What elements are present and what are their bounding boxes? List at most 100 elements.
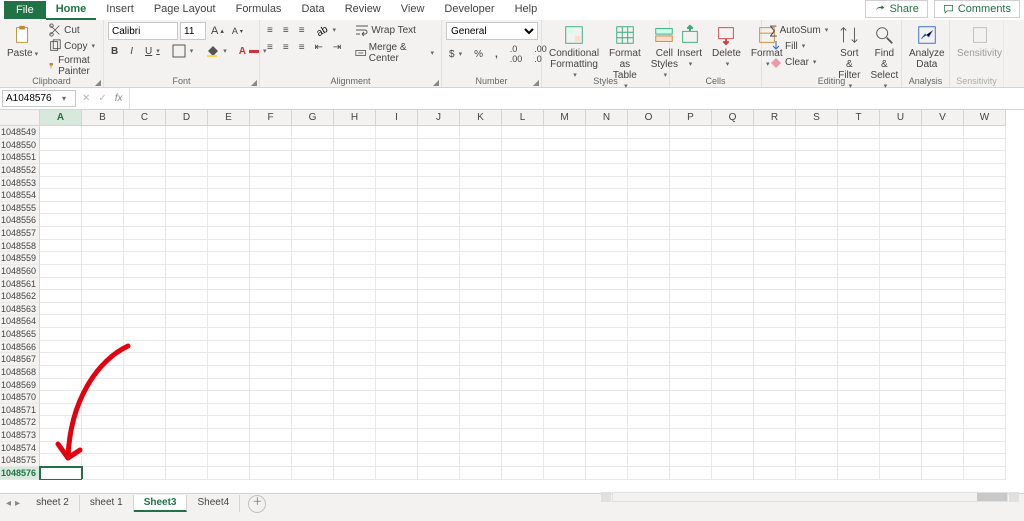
cell[interactable]	[628, 126, 670, 139]
cell[interactable]	[712, 454, 754, 467]
cell[interactable]	[502, 177, 544, 190]
cell[interactable]	[418, 391, 460, 404]
cell[interactable]	[40, 240, 82, 253]
menu-review[interactable]: Review	[335, 0, 391, 20]
cell[interactable]	[754, 366, 796, 379]
cell[interactable]	[334, 429, 376, 442]
cell[interactable]	[628, 139, 670, 152]
cell[interactable]	[712, 202, 754, 215]
cell[interactable]	[292, 164, 334, 177]
cell[interactable]	[124, 303, 166, 316]
cell[interactable]	[628, 391, 670, 404]
cell[interactable]	[40, 227, 82, 240]
cell[interactable]	[292, 252, 334, 265]
cell[interactable]	[418, 252, 460, 265]
cell[interactable]	[376, 164, 418, 177]
cell[interactable]	[670, 404, 712, 417]
cell[interactable]	[922, 240, 964, 253]
cell[interactable]	[82, 240, 124, 253]
cell[interactable]	[334, 467, 376, 480]
cell[interactable]	[670, 379, 712, 392]
cell[interactable]	[460, 391, 502, 404]
cell[interactable]	[796, 278, 838, 291]
cell[interactable]	[334, 126, 376, 139]
cell[interactable]	[124, 454, 166, 467]
cell[interactable]	[796, 429, 838, 442]
fill-color-button[interactable]	[202, 43, 230, 59]
cell[interactable]	[754, 290, 796, 303]
cell[interactable]	[712, 353, 754, 366]
cell[interactable]	[502, 227, 544, 240]
row-header[interactable]: 1048558	[0, 240, 40, 253]
cell[interactable]	[376, 177, 418, 190]
cell[interactable]	[880, 404, 922, 417]
cell[interactable]	[208, 454, 250, 467]
cell[interactable]	[166, 467, 208, 480]
cell[interactable]	[334, 315, 376, 328]
cell[interactable]	[376, 126, 418, 139]
cell[interactable]	[628, 252, 670, 265]
cell[interactable]	[964, 467, 1006, 480]
cell[interactable]	[460, 366, 502, 379]
cell[interactable]	[376, 429, 418, 442]
cell[interactable]	[418, 379, 460, 392]
cell[interactable]	[166, 290, 208, 303]
cell[interactable]	[754, 391, 796, 404]
new-sheet-button[interactable]: ＋	[248, 495, 266, 513]
cell[interactable]	[880, 353, 922, 366]
cell[interactable]	[166, 214, 208, 227]
cell[interactable]	[208, 151, 250, 164]
cell[interactable]	[838, 404, 880, 417]
cell[interactable]	[586, 328, 628, 341]
cell[interactable]	[922, 315, 964, 328]
cell[interactable]	[334, 404, 376, 417]
cell[interactable]	[712, 328, 754, 341]
cell[interactable]	[796, 391, 838, 404]
sheet-tab[interactable]: Sheet4	[187, 495, 240, 512]
cell[interactable]	[838, 467, 880, 480]
cell[interactable]	[880, 139, 922, 152]
row-header[interactable]: 1048549	[0, 126, 40, 139]
cell[interactable]	[292, 265, 334, 278]
cell[interactable]	[166, 164, 208, 177]
borders-button[interactable]	[169, 43, 197, 59]
cell[interactable]	[418, 240, 460, 253]
cell[interactable]	[82, 227, 124, 240]
cell[interactable]	[208, 240, 250, 253]
column-header-O[interactable]: O	[628, 110, 670, 126]
cell[interactable]	[502, 442, 544, 455]
cell[interactable]	[460, 315, 502, 328]
cell[interactable]	[208, 442, 250, 455]
cell[interactable]	[922, 328, 964, 341]
menu-developer[interactable]: Developer	[434, 0, 504, 20]
row-header[interactable]: 1048564	[0, 315, 40, 328]
cell[interactable]	[208, 189, 250, 202]
cell[interactable]	[166, 315, 208, 328]
cell[interactable]	[40, 315, 82, 328]
cell[interactable]	[460, 139, 502, 152]
cell[interactable]	[418, 139, 460, 152]
column-header-W[interactable]: W	[964, 110, 1006, 126]
cell[interactable]	[586, 315, 628, 328]
cell[interactable]	[376, 404, 418, 417]
cell[interactable]	[334, 290, 376, 303]
cell[interactable]	[82, 353, 124, 366]
cell[interactable]	[418, 265, 460, 278]
cell[interactable]	[754, 240, 796, 253]
row-header[interactable]: 1048570	[0, 391, 40, 404]
cell[interactable]	[124, 227, 166, 240]
cell[interactable]	[922, 265, 964, 278]
cell[interactable]	[40, 189, 82, 202]
cell[interactable]	[250, 404, 292, 417]
cell[interactable]	[922, 379, 964, 392]
cell[interactable]	[712, 151, 754, 164]
cell[interactable]	[460, 303, 502, 316]
cell[interactable]	[418, 429, 460, 442]
cell[interactable]	[880, 341, 922, 354]
cell[interactable]	[838, 139, 880, 152]
cell[interactable]	[670, 240, 712, 253]
cell[interactable]	[712, 265, 754, 278]
cell[interactable]	[628, 467, 670, 480]
cell[interactable]	[712, 189, 754, 202]
cell[interactable]	[460, 240, 502, 253]
